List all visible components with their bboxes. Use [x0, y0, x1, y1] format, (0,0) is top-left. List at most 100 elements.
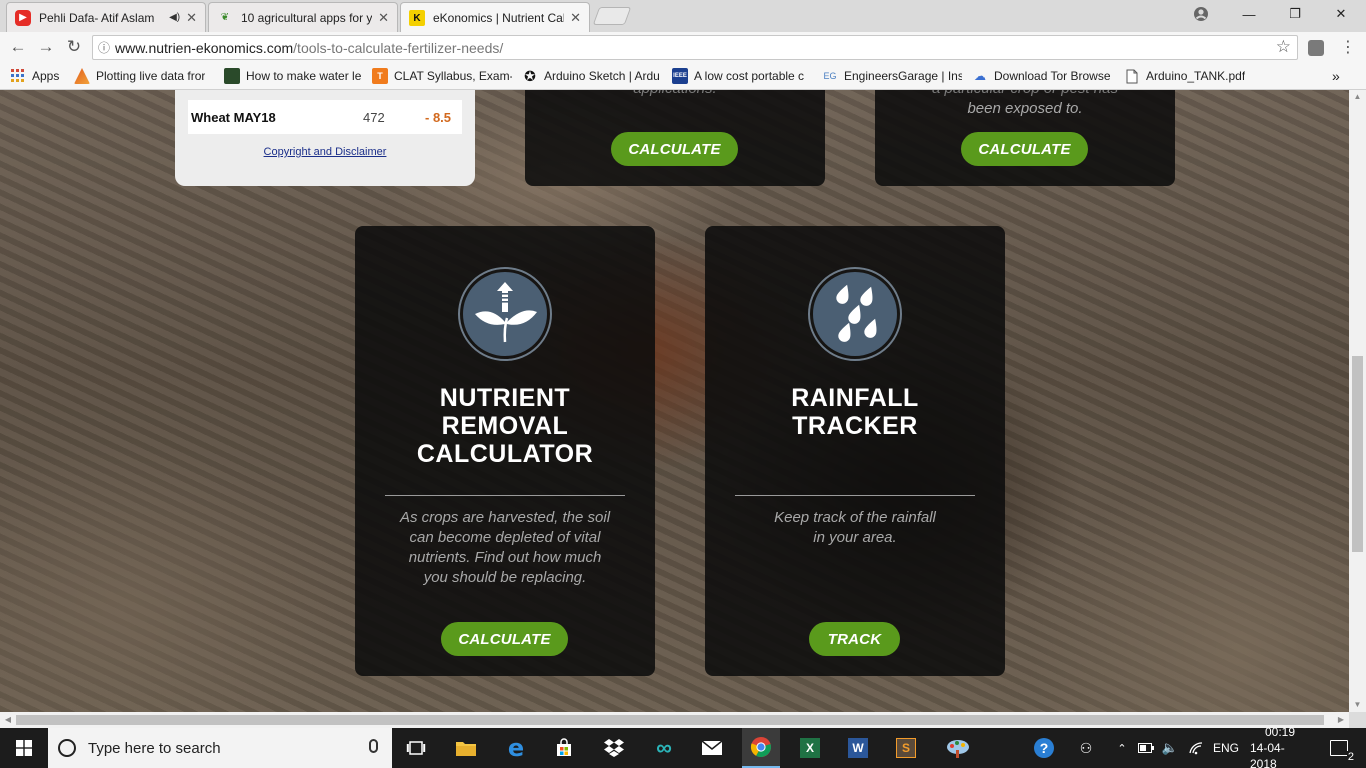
tab-youtube[interactable]: ▶ Pehli Dafa- Atif Aslam ◀) ✕ — [6, 2, 206, 32]
store-icon[interactable] — [546, 728, 582, 768]
mail-icon[interactable] — [694, 728, 730, 768]
calculate-button[interactable]: CALCULATE — [961, 132, 1088, 166]
arduino-icon[interactable]: ∞ — [646, 728, 682, 768]
commodity-name: Wheat MAY18 — [191, 109, 276, 125]
divider — [735, 495, 975, 496]
restore-button[interactable]: ❐ — [1272, 0, 1318, 28]
show-hidden-icons-icon[interactable]: ⌃ — [1112, 728, 1132, 768]
extension-icon[interactable] — [1308, 40, 1324, 56]
track-button[interactable]: TRACK — [809, 622, 900, 656]
scroll-thumb[interactable] — [16, 715, 1324, 725]
menu-icon[interactable]: ⋮ — [1336, 36, 1360, 58]
browser-toolbar: ← → ↻ ⓘ www.nutrien-ekonomics.com/tools-… — [0, 32, 1366, 62]
wifi-icon[interactable] — [1186, 728, 1206, 768]
notification-count: 2 — [1346, 751, 1355, 763]
tab-agri-apps[interactable]: ❦ 10 agricultural apps for y ✕ — [208, 2, 398, 32]
close-tab-icon[interactable]: ✕ — [570, 10, 581, 26]
battery-icon[interactable] — [1136, 728, 1156, 768]
sublime-icon[interactable]: S — [888, 728, 924, 768]
windows-taskbar: Type here to search e ∞ X W S ? ⚇ ⌃ � — [0, 725, 1366, 768]
bookmarks-bar: Apps Plotting live data fror How to make… — [0, 62, 1366, 90]
paint-icon[interactable] — [938, 728, 978, 768]
word-icon[interactable]: W — [840, 728, 876, 768]
clock-date: 14-04-2018 — [1250, 741, 1285, 768]
horizontal-scrollbar[interactable]: ◀ ▶ — [0, 712, 1349, 728]
reload-icon[interactable]: ↻ — [62, 36, 86, 58]
bookmark-star-icon[interactable]: ☆ — [1276, 37, 1291, 57]
matlab-icon — [74, 68, 90, 84]
dropbox-icon[interactable] — [596, 728, 632, 768]
youtube-icon: ▶ — [15, 9, 31, 26]
bookmark-engineersgarage[interactable]: EG EngineersGarage | Ins — [822, 67, 962, 85]
copyright-disclaimer-link[interactable]: Copyright and Disclaimer — [175, 146, 475, 158]
scroll-thumb[interactable] — [1352, 356, 1363, 552]
tab-ekonomics[interactable]: K eKonomics | Nutrient Cal ✕ — [400, 2, 590, 33]
file-explorer-icon[interactable] — [448, 728, 484, 768]
calculate-button[interactable]: CALCULATE — [611, 132, 738, 166]
t-icon: T — [372, 68, 388, 84]
close-window-button[interactable]: ✕ — [1318, 0, 1364, 28]
close-tab-icon[interactable]: ✕ — [378, 10, 389, 26]
bookmark-water-level[interactable]: How to make water le — [224, 67, 364, 85]
start-button[interactable] — [0, 728, 48, 768]
forward-icon[interactable]: → — [34, 36, 58, 58]
bookmark-clat[interactable]: T CLAT Syllabus, Exam- — [372, 67, 512, 85]
scroll-left-arrow-icon[interactable]: ◀ — [0, 712, 16, 728]
minimize-button[interactable]: — — [1226, 0, 1272, 28]
microphone-icon[interactable] — [369, 739, 378, 753]
card-description-line: nutrients. Find out how much — [408, 549, 602, 566]
card-description-line: can become depleted of vital — [409, 529, 601, 546]
clock[interactable]: 00:19 14-04-2018 — [1250, 725, 1310, 768]
nutrient-removal-card: NUTRIENT REMOVAL CALCULATOR As crops are… — [355, 226, 655, 676]
info-icon[interactable]: ⓘ — [93, 39, 115, 56]
ieee-icon: IEEE — [672, 68, 688, 84]
excel-icon[interactable]: X — [792, 728, 828, 768]
volume-icon[interactable]: 🔈 — [1160, 728, 1180, 768]
tool-card-top-1: applications. CALCULATE — [525, 90, 825, 186]
url-host: www.nutrien-ekonomics.com — [115, 39, 294, 56]
url-path: /tools-to-calculate-fertilizer-needs/ — [293, 39, 504, 56]
taskbar-search-input[interactable]: Type here to search — [48, 728, 392, 768]
speaker-icon[interactable]: ◀) — [169, 12, 180, 23]
new-tab-button[interactable] — [592, 7, 632, 25]
language-indicator[interactable]: ENG — [1212, 728, 1240, 768]
bookmark-arduino-sketch[interactable]: ✪ Arduino Sketch | Ardu — [522, 67, 662, 85]
close-tab-icon[interactable]: ✕ — [186, 10, 197, 26]
bookmark-arduino-tank[interactable]: Arduino_TANK.pdf — [1124, 67, 1264, 85]
eg-icon: EG — [823, 71, 837, 81]
cortana-icon — [58, 739, 76, 757]
bookmark-apps[interactable]: Apps — [10, 67, 68, 85]
task-view-icon[interactable] — [398, 728, 434, 768]
card-description-line: a particular crop or pest has — [905, 90, 1145, 99]
clock-time: 00:19 — [1264, 725, 1296, 739]
bookmark-ieee[interactable]: IEEE A low cost portable c — [672, 67, 812, 85]
card-description-line: in your area. — [813, 529, 897, 546]
commodity-ticker: Wheat MAY18 472 - 8.5 Copyright and Disc… — [175, 90, 475, 186]
vertical-scrollbar[interactable]: ▲ ▼ — [1349, 90, 1366, 712]
card-title-line: RAINFALL — [791, 384, 919, 412]
windows-logo-icon — [16, 740, 32, 756]
chrome-taskbar-icon[interactable] — [742, 728, 780, 768]
tab-title: eKonomics | Nutrient Cal — [433, 11, 565, 25]
edge-browser-icon[interactable]: e — [498, 728, 534, 768]
card-description-line: Keep track of the rainfall — [774, 509, 936, 526]
action-center-icon[interactable]: 2 — [1322, 728, 1356, 768]
card-description-line: been exposed to. — [967, 100, 1083, 117]
card-title-line: NUTRIENT — [439, 384, 571, 412]
back-icon[interactable]: ← — [6, 36, 30, 58]
address-bar[interactable]: ⓘ www.nutrien-ekonomics.com/tools-to-cal… — [92, 35, 1298, 60]
help-icon[interactable]: ? — [1030, 728, 1058, 768]
bookmarks-overflow-button[interactable]: » — [1332, 67, 1346, 85]
scroll-down-arrow-icon[interactable]: ▼ — [1349, 698, 1366, 712]
ticker-row: Wheat MAY18 472 - 8.5 — [188, 100, 462, 134]
profile-icon[interactable] — [1178, 0, 1224, 28]
commodity-change: - 8.5 — [425, 109, 452, 125]
bookmark-plotting[interactable]: Plotting live data fror — [74, 67, 210, 85]
people-icon[interactable]: ⚇ — [1074, 728, 1098, 768]
scroll-right-arrow-icon[interactable]: ▶ — [1333, 712, 1349, 728]
tor-icon: ☁ — [974, 69, 986, 83]
calculate-button[interactable]: CALCULATE — [441, 622, 568, 656]
divider — [385, 495, 625, 496]
bookmark-tor[interactable]: ☁ Download Tor Browse — [972, 67, 1112, 85]
scroll-up-arrow-icon[interactable]: ▲ — [1349, 90, 1366, 104]
